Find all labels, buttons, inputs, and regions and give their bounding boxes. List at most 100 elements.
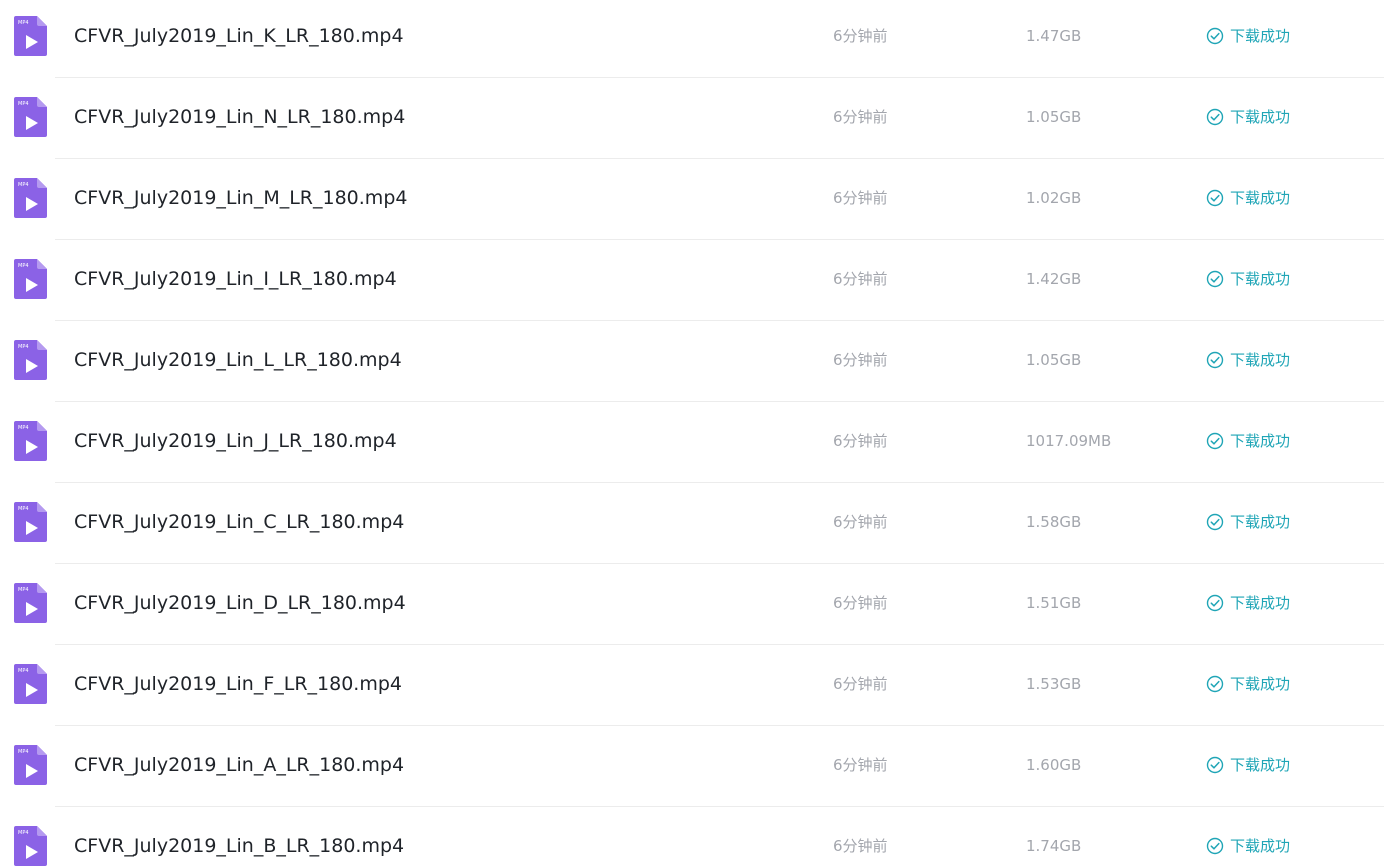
file-row[interactable]: MP4 CFVR_July2019_Lin_N_LR_180.mp4 6分钟前 1.0… <box>0 78 1384 159</box>
status-label: 下载成功 <box>1230 431 1291 450</box>
status-label: 下载成功 <box>1230 512 1291 531</box>
download-status: 下载成功 <box>1206 270 1290 288</box>
file-name[interactable]: CFVR_July2019_Lin_J_LR_180.mp4 <box>74 432 397 451</box>
check-circle-icon <box>1206 108 1224 126</box>
file-size: 1.58GB <box>1026 513 1082 531</box>
download-time: 6分钟前 <box>833 675 888 693</box>
download-status: 下载成功 <box>1206 432 1290 450</box>
file-row[interactable]: MP4 CFVR_July2019_Lin_K_LR_180.mp4 6分钟前 1.4… <box>0 0 1384 78</box>
file-size: 1.05GB <box>1026 108 1082 126</box>
download-time: 6分钟前 <box>833 513 888 531</box>
file-name[interactable]: CFVR_July2019_Lin_I_LR_180.mp4 <box>74 270 397 289</box>
mp4-file-icon: MP4 <box>14 421 47 461</box>
mp4-file-icon: MP4 <box>14 340 47 380</box>
download-status: 下载成功 <box>1206 108 1290 126</box>
mp4-file-icon: MP4 <box>14 826 47 866</box>
check-circle-icon <box>1206 756 1224 774</box>
check-circle-icon <box>1206 270 1224 288</box>
svg-text:MP4: MP4 <box>18 20 29 26</box>
file-row[interactable]: MP4 CFVR_July2019_Lin_D_LR_180.mp4 6分钟前 1.5… <box>0 564 1384 645</box>
file-row[interactable]: MP4 CFVR_July2019_Lin_C_LR_180.mp4 6分钟前 1.5… <box>0 483 1384 564</box>
svg-text:MP4: MP4 <box>18 830 29 836</box>
download-time: 6分钟前 <box>833 594 888 612</box>
file-name[interactable]: CFVR_July2019_Lin_C_LR_180.mp4 <box>74 513 404 532</box>
mp4-file-icon: MP4 <box>14 16 47 56</box>
file-name[interactable]: CFVR_July2019_Lin_L_LR_180.mp4 <box>74 351 402 370</box>
svg-text:MP4: MP4 <box>18 263 29 269</box>
file-size: 1017.09MB <box>1026 432 1112 450</box>
file-row[interactable]: MP4 CFVR_July2019_Lin_J_LR_180.mp4 6分钟前 101… <box>0 402 1384 483</box>
status-label: 下载成功 <box>1230 188 1291 207</box>
download-time: 6分钟前 <box>833 270 888 288</box>
check-circle-icon <box>1206 837 1224 855</box>
svg-text:MP4: MP4 <box>18 425 29 431</box>
file-size: 1.51GB <box>1026 594 1082 612</box>
file-name[interactable]: CFVR_July2019_Lin_M_LR_180.mp4 <box>74 189 407 208</box>
file-size: 1.42GB <box>1026 270 1082 288</box>
file-row[interactable]: MP4 CFVR_July2019_Lin_B_LR_180.mp4 6分钟前 1.7… <box>0 807 1384 868</box>
status-label: 下载成功 <box>1230 836 1291 855</box>
mp4-file-icon: MP4 <box>14 745 47 785</box>
download-status: 下载成功 <box>1206 594 1290 612</box>
status-label: 下载成功 <box>1230 593 1291 612</box>
status-label: 下载成功 <box>1230 107 1291 126</box>
download-time: 6分钟前 <box>833 837 888 855</box>
check-circle-icon <box>1206 432 1224 450</box>
status-label: 下载成功 <box>1230 674 1291 693</box>
check-circle-icon <box>1206 189 1224 207</box>
status-label: 下载成功 <box>1230 26 1291 45</box>
status-label: 下载成功 <box>1230 269 1291 288</box>
download-time: 6分钟前 <box>833 756 888 774</box>
file-size: 1.60GB <box>1026 756 1082 774</box>
check-circle-icon <box>1206 675 1224 693</box>
download-status: 下载成功 <box>1206 513 1290 531</box>
download-status: 下载成功 <box>1206 756 1290 774</box>
file-name[interactable]: CFVR_July2019_Lin_K_LR_180.mp4 <box>74 27 404 46</box>
check-circle-icon <box>1206 27 1224 45</box>
svg-text:MP4: MP4 <box>18 506 29 512</box>
file-name[interactable]: CFVR_July2019_Lin_A_LR_180.mp4 <box>74 756 404 775</box>
download-status: 下载成功 <box>1206 27 1290 45</box>
file-row[interactable]: MP4 CFVR_July2019_Lin_F_LR_180.mp4 6分钟前 1.5… <box>0 645 1384 726</box>
check-circle-icon <box>1206 351 1224 369</box>
file-row[interactable]: MP4 CFVR_July2019_Lin_L_LR_180.mp4 6分钟前 1.0… <box>0 321 1384 402</box>
mp4-file-icon: MP4 <box>14 502 47 542</box>
file-name[interactable]: CFVR_July2019_Lin_N_LR_180.mp4 <box>74 108 405 127</box>
download-time: 6分钟前 <box>833 351 888 369</box>
mp4-file-icon: MP4 <box>14 664 47 704</box>
file-size: 1.02GB <box>1026 189 1082 207</box>
file-size: 1.05GB <box>1026 351 1082 369</box>
file-name[interactable]: CFVR_July2019_Lin_D_LR_180.mp4 <box>74 594 406 613</box>
status-label: 下载成功 <box>1230 350 1291 369</box>
svg-text:MP4: MP4 <box>18 101 29 107</box>
file-name[interactable]: CFVR_July2019_Lin_F_LR_180.mp4 <box>74 675 402 694</box>
download-status: 下载成功 <box>1206 675 1290 693</box>
download-time: 6分钟前 <box>833 27 888 45</box>
file-row[interactable]: MP4 CFVR_July2019_Lin_A_LR_180.mp4 6分钟前 1.6… <box>0 726 1384 807</box>
mp4-file-icon: MP4 <box>14 583 47 623</box>
svg-text:MP4: MP4 <box>18 344 29 350</box>
file-size: 1.47GB <box>1026 27 1082 45</box>
check-circle-icon <box>1206 594 1224 612</box>
file-size: 1.53GB <box>1026 675 1082 693</box>
svg-text:MP4: MP4 <box>18 587 29 593</box>
download-time: 6分钟前 <box>833 432 888 450</box>
download-time: 6分钟前 <box>833 189 888 207</box>
download-time: 6分钟前 <box>833 108 888 126</box>
file-name[interactable]: CFVR_July2019_Lin_B_LR_180.mp4 <box>74 837 404 856</box>
svg-text:MP4: MP4 <box>18 749 29 755</box>
file-row[interactable]: MP4 CFVR_July2019_Lin_M_LR_180.mp4 6分钟前 1.0… <box>0 159 1384 240</box>
download-list: MP4 CFVR_July2019_Lin_K_LR_180.mp4 6分钟前 1.4… <box>0 0 1384 868</box>
mp4-file-icon: MP4 <box>14 178 47 218</box>
download-status: 下载成功 <box>1206 837 1290 855</box>
download-status: 下载成功 <box>1206 189 1290 207</box>
mp4-file-icon: MP4 <box>14 259 47 299</box>
download-status: 下载成功 <box>1206 351 1290 369</box>
file-row[interactable]: MP4 CFVR_July2019_Lin_I_LR_180.mp4 6分钟前 1.4… <box>0 240 1384 321</box>
svg-text:MP4: MP4 <box>18 182 29 188</box>
mp4-file-icon: MP4 <box>14 97 47 137</box>
check-circle-icon <box>1206 513 1224 531</box>
file-size: 1.74GB <box>1026 837 1082 855</box>
status-label: 下载成功 <box>1230 755 1291 774</box>
svg-text:MP4: MP4 <box>18 668 29 674</box>
